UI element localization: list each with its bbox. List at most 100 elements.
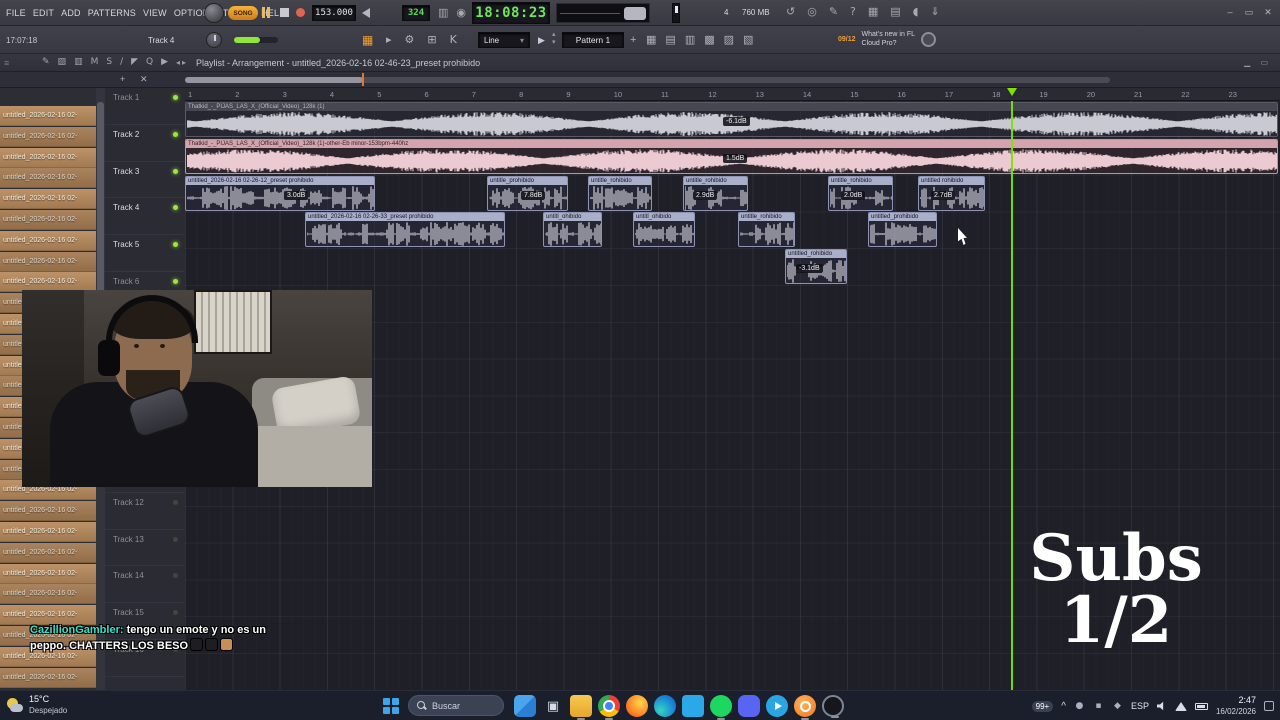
help-icon[interactable]: ? <box>850 5 856 18</box>
track-led-icon[interactable] <box>173 131 178 137</box>
tempo-display[interactable]: 153.000 <box>312 5 356 21</box>
add-track-button[interactable]: + <box>120 74 125 84</box>
track-header[interactable]: Track 1 <box>105 88 185 125</box>
timeline-ruler[interactable]: 1 2 3 4 5 6 7 8 9 10 11 12 13 14 15 16 17 18 19 20 21 22 23 <box>185 88 1280 101</box>
time-display[interactable]: 18:08:23 <box>472 2 550 24</box>
track-header[interactable]: Track 3 <box>105 162 185 199</box>
slice-tool-icon[interactable]: / <box>120 57 123 67</box>
chevron-up-icon[interactable]: ▴ <box>552 31 556 39</box>
track-header[interactable]: Track 12 <box>105 493 185 530</box>
pattern-selector[interactable]: Pattern 1 <box>562 32 624 48</box>
shape-selector[interactable]: Line ▾ <box>478 32 530 48</box>
wave-icon[interactable]: ▥ <box>438 6 448 19</box>
spotify-icon[interactable] <box>710 695 732 720</box>
menu-item-add[interactable]: ADD <box>61 8 81 18</box>
file-explorer-icon[interactable] <box>570 695 592 720</box>
edge-icon[interactable] <box>654 695 676 717</box>
track-led-icon[interactable] <box>173 279 178 284</box>
browser-item[interactable]: untitled_2026-02-16 02- <box>0 501 96 522</box>
loop-record-icon[interactable]: ◉ <box>456 6 466 19</box>
battery-icon[interactable] <box>1194 702 1208 710</box>
discord-icon[interactable] <box>738 695 760 717</box>
track-led-icon[interactable] <box>173 536 178 542</box>
audio-clip[interactable]: Thatkid_-_PIJAS_LAS_X_(Official_Video)_1… <box>185 102 1278 137</box>
wifi-icon[interactable] <box>1174 701 1187 711</box>
weather-widget[interactable]: 15°C Despejado <box>6 694 67 716</box>
playlist-scrollbar[interactable] <box>185 77 1110 83</box>
track-led-icon[interactable] <box>173 95 178 100</box>
minimize-button[interactable]: – <box>1222 4 1238 20</box>
chrome-icon[interactable] <box>598 695 620 720</box>
browser-item[interactable]: untitled_2026-02-16 02- <box>0 189 96 210</box>
audio-clip[interactable]: untitled_2026-02-16 02-26-12_preset proh… <box>185 175 375 211</box>
audio-clip[interactable]: untitled_2026-02-16 02-26-33_preset proh… <box>305 212 505 248</box>
playlist-titlebar[interactable]: ≡ ✎ ▨ ▥ M S / ◤ Q ▶ ◂▸ Playlist - Arrangement - … <box>0 54 1280 72</box>
browser-item[interactable]: untitled_2026-02-16 02- <box>0 230 96 251</box>
audio-clip[interactable]: untitl_ohibido <box>543 212 602 248</box>
track-header[interactable]: Track 4 <box>105 198 185 236</box>
security-icon[interactable]: ▪ <box>1093 701 1104 712</box>
pause-button[interactable] <box>262 7 270 18</box>
menu-item-edit[interactable]: EDIT <box>33 8 54 18</box>
maximize-button[interactable]: ▭ <box>1241 4 1257 20</box>
track-header[interactable]: Track 2 <box>105 125 185 162</box>
audio-clip[interactable]: Thatkid_-_PIJAS_LAS_X_(Official_Video)_1… <box>185 138 1278 174</box>
volume-icon[interactable] <box>1156 701 1164 711</box>
widgets-icon[interactable] <box>514 695 536 717</box>
track-led-icon[interactable] <box>173 573 178 579</box>
start-button[interactable] <box>383 698 399 714</box>
search-box[interactable]: Buscar <box>408 695 504 716</box>
tray-expand-icon[interactable]: ^ <box>1061 701 1066 712</box>
list-icon[interactable]: ▥ <box>685 33 695 46</box>
browser-toggle-icon[interactable]: ▧ <box>743 33 753 46</box>
audio-clip[interactable]: untitled rohibido 2.7dB <box>918 175 985 211</box>
playback-tool-icon[interactable]: ▶ <box>161 57 168 67</box>
paint-tool-icon[interactable]: ▨ <box>58 57 67 67</box>
notification-center-icon[interactable] <box>1264 701 1274 711</box>
pattern-stepper[interactable]: ▴ ▾ <box>552 31 556 47</box>
clock[interactable]: 2:47 16/02/2026 <box>1216 695 1256 717</box>
song-mode-button[interactable]: SONG <box>228 6 258 20</box>
arrow-tool-icon[interactable]: ▸ <box>386 33 392 46</box>
browser-item[interactable]: untitled_2026-02-16 02- <box>0 168 96 189</box>
audio-clip[interactable]: untitled_rohibido -3.1dB <box>785 249 847 285</box>
audio-clip[interactable]: untitle_rohibido 2.0dB <box>828 175 893 211</box>
stop-button[interactable] <box>280 8 289 17</box>
settings-icon[interactable]: ⚙ <box>405 33 415 46</box>
slip-tool-icon[interactable]: S <box>106 57 112 67</box>
track-led-icon[interactable] <box>173 610 178 616</box>
zoom-tool-icon[interactable]: Q <box>146 57 153 67</box>
piano-roll-icon[interactable]: ▨ <box>724 33 734 46</box>
step-seq-icon[interactable]: ▤ <box>665 33 675 46</box>
audio-clip[interactable]: untitle_rohibido <box>588 175 652 211</box>
fl-studio-icon[interactable] <box>794 695 816 720</box>
playlist-menu-icon[interactable]: ≡ <box>4 58 9 68</box>
pattern-play-icon[interactable]: ▶ <box>538 35 545 46</box>
main-volume-knob[interactable] <box>206 32 222 48</box>
notebook-icon[interactable]: ▤ <box>890 5 900 18</box>
track-led-icon[interactable] <box>173 205 178 211</box>
track-header[interactable]: Track 5 <box>105 235 185 272</box>
onedrive-icon[interactable]: ● <box>1074 701 1085 712</box>
obs-icon[interactable] <box>822 695 844 718</box>
notification-count-badge[interactable]: 99+ <box>1031 700 1054 712</box>
delete-tool-icon[interactable]: ▥ <box>74 57 83 67</box>
menu-item-view[interactable]: VIEW <box>143 8 167 18</box>
audio-clip[interactable]: untitle_rohibido 2.9dB <box>683 175 748 211</box>
oscilloscope[interactable] <box>556 3 650 23</box>
browser-item[interactable]: untitled_2026-02-16 02- <box>0 584 96 605</box>
update-icon[interactable]: ◆ <box>1112 701 1123 712</box>
mute-tool-icon[interactable]: M <box>91 57 99 67</box>
select-tool-icon[interactable]: ◤ <box>131 57 138 67</box>
menu-item-file[interactable]: FILE <box>6 8 26 18</box>
task-view-icon[interactable]: ▣ <box>542 695 564 717</box>
track-led-icon[interactable] <box>173 499 178 505</box>
audio-clip[interactable]: untitle_rohibido <box>738 212 795 248</box>
browser-item[interactable]: untitled_2026-02-16 02- <box>0 106 96 126</box>
browser-item[interactable]: untitled_2026-02-16 02- <box>0 521 96 542</box>
firefox-icon[interactable] <box>626 695 648 717</box>
center-icon[interactable]: ◎ <box>807 5 817 18</box>
oscilloscope-thumb[interactable] <box>624 7 646 20</box>
browser-item[interactable]: untitled_2026-02-16 02- <box>0 251 96 272</box>
audio-clip[interactable]: untitl_ohibido <box>633 212 695 248</box>
